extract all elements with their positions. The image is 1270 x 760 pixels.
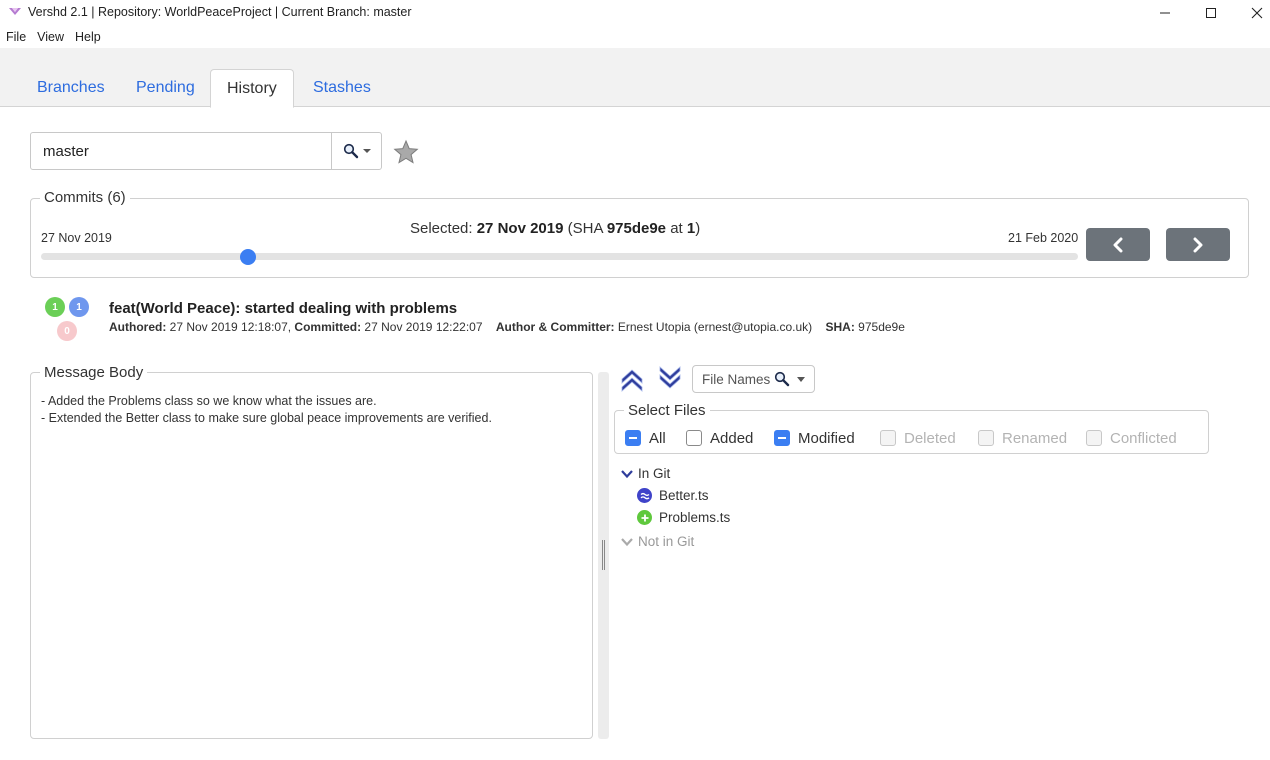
- tab-bar: Branches Pending History Stashes: [0, 48, 1270, 108]
- expand-all-icon[interactable]: [657, 366, 683, 392]
- branch-input[interactable]: master: [43, 143, 89, 160]
- select-files-legend: Select Files: [624, 402, 710, 419]
- menu-bar: File View Help: [0, 28, 106, 48]
- tab-branches[interactable]: Branches: [21, 69, 121, 107]
- maximize-icon: [1206, 8, 1216, 18]
- checkbox-icon: [880, 430, 896, 446]
- chevron-left-icon: [1113, 237, 1123, 252]
- maximize-button[interactable]: [1188, 0, 1234, 26]
- file-filter-label: File Names: [702, 372, 771, 387]
- selected-date: 27 Nov 2019: [476, 220, 564, 237]
- tab-pending[interactable]: Pending: [120, 69, 211, 107]
- filter-renamed-checkbox: Renamed: [978, 429, 1067, 447]
- splitter-grip-icon: [602, 540, 605, 570]
- close-icon: [1251, 7, 1263, 19]
- message-line: - Extended the Better class to make sure…: [41, 411, 492, 425]
- filter-all-checkbox[interactable]: All: [625, 429, 666, 447]
- checkbox-indeterminate-icon: [774, 430, 790, 446]
- message-body-panel: [30, 372, 593, 739]
- chevron-down-icon: [621, 469, 633, 478]
- pane-splitter[interactable]: [598, 372, 609, 739]
- tab-history[interactable]: History: [210, 69, 294, 108]
- modified-count-badge: 1: [69, 297, 89, 317]
- magnifier-icon: [774, 371, 790, 387]
- message-line: - Added the Problems class so we know wh…: [41, 394, 377, 408]
- filter-conflicted-checkbox: Conflicted: [1086, 429, 1177, 447]
- message-body-legend: Message Body: [40, 364, 148, 381]
- collapse-all-icon[interactable]: [619, 366, 645, 392]
- checkbox-icon: [686, 430, 702, 446]
- commits-start-date: 27 Nov 2019: [41, 231, 112, 245]
- filter-modified-checkbox[interactable]: Modified: [774, 429, 855, 447]
- close-button[interactable]: [1234, 0, 1270, 26]
- chevron-down-icon: [797, 377, 805, 382]
- app-logo-icon: [9, 8, 21, 15]
- commit-slider-track[interactable]: [41, 253, 1078, 260]
- added-count-badge: 1: [45, 297, 65, 317]
- branch-selector[interactable]: master: [30, 132, 382, 170]
- commits-legend: Commits (6): [40, 189, 130, 206]
- chevron-down-icon: [363, 149, 371, 153]
- tree-file-item[interactable]: Better.ts: [637, 488, 709, 503]
- branch-search-button[interactable]: [331, 133, 382, 169]
- modified-file-icon: [637, 488, 652, 503]
- selected-commit-summary: Selected: 27 Nov 2019 (SHA 975de9e at 1): [410, 220, 701, 237]
- selected-sha: 975de9e: [606, 220, 667, 237]
- added-file-icon: [637, 510, 652, 525]
- checkbox-icon: [978, 430, 994, 446]
- menu-help[interactable]: Help: [69, 28, 106, 48]
- chevron-down-icon: [621, 537, 633, 546]
- menu-file[interactable]: File: [0, 28, 31, 48]
- tree-file-item[interactable]: Problems.ts: [637, 510, 730, 525]
- filter-added-checkbox[interactable]: Added: [686, 429, 753, 447]
- minimize-icon: [1160, 12, 1170, 14]
- magnifier-icon: [343, 143, 359, 159]
- star-icon[interactable]: [393, 139, 419, 165]
- checkbox-indeterminate-icon: [625, 430, 641, 446]
- selected-index: 1: [686, 220, 696, 237]
- tree-group-not-in-git[interactable]: Not in Git: [620, 534, 694, 549]
- previous-commit-button[interactable]: [1086, 228, 1150, 261]
- filter-deleted-checkbox: Deleted: [880, 429, 956, 447]
- tree-group-in-git[interactable]: In Git: [620, 466, 670, 481]
- message-body-text: - Added the Problems class so we know wh…: [41, 393, 492, 427]
- commits-end-date: 21 Feb 2020: [1008, 231, 1079, 245]
- checkbox-icon: [1086, 430, 1102, 446]
- commit-title: feat(World Peace): started dealing with …: [109, 300, 458, 317]
- tab-stashes[interactable]: Stashes: [297, 69, 387, 107]
- deleted-count-badge: 0: [57, 321, 77, 341]
- file-filter-select[interactable]: File Names: [692, 365, 815, 393]
- minimize-button[interactable]: [1142, 0, 1188, 26]
- window-title: Vershd 2.1 | Repository: WorldPeaceProje…: [28, 5, 412, 19]
- menu-view[interactable]: View: [31, 28, 69, 48]
- next-commit-button[interactable]: [1166, 228, 1230, 261]
- chevron-right-icon: [1193, 237, 1203, 252]
- title-bar: Vershd 2.1 | Repository: WorldPeaceProje…: [0, 0, 1270, 26]
- commit-meta: Authored: 27 Nov 2019 12:18:07, Committe…: [109, 320, 905, 334]
